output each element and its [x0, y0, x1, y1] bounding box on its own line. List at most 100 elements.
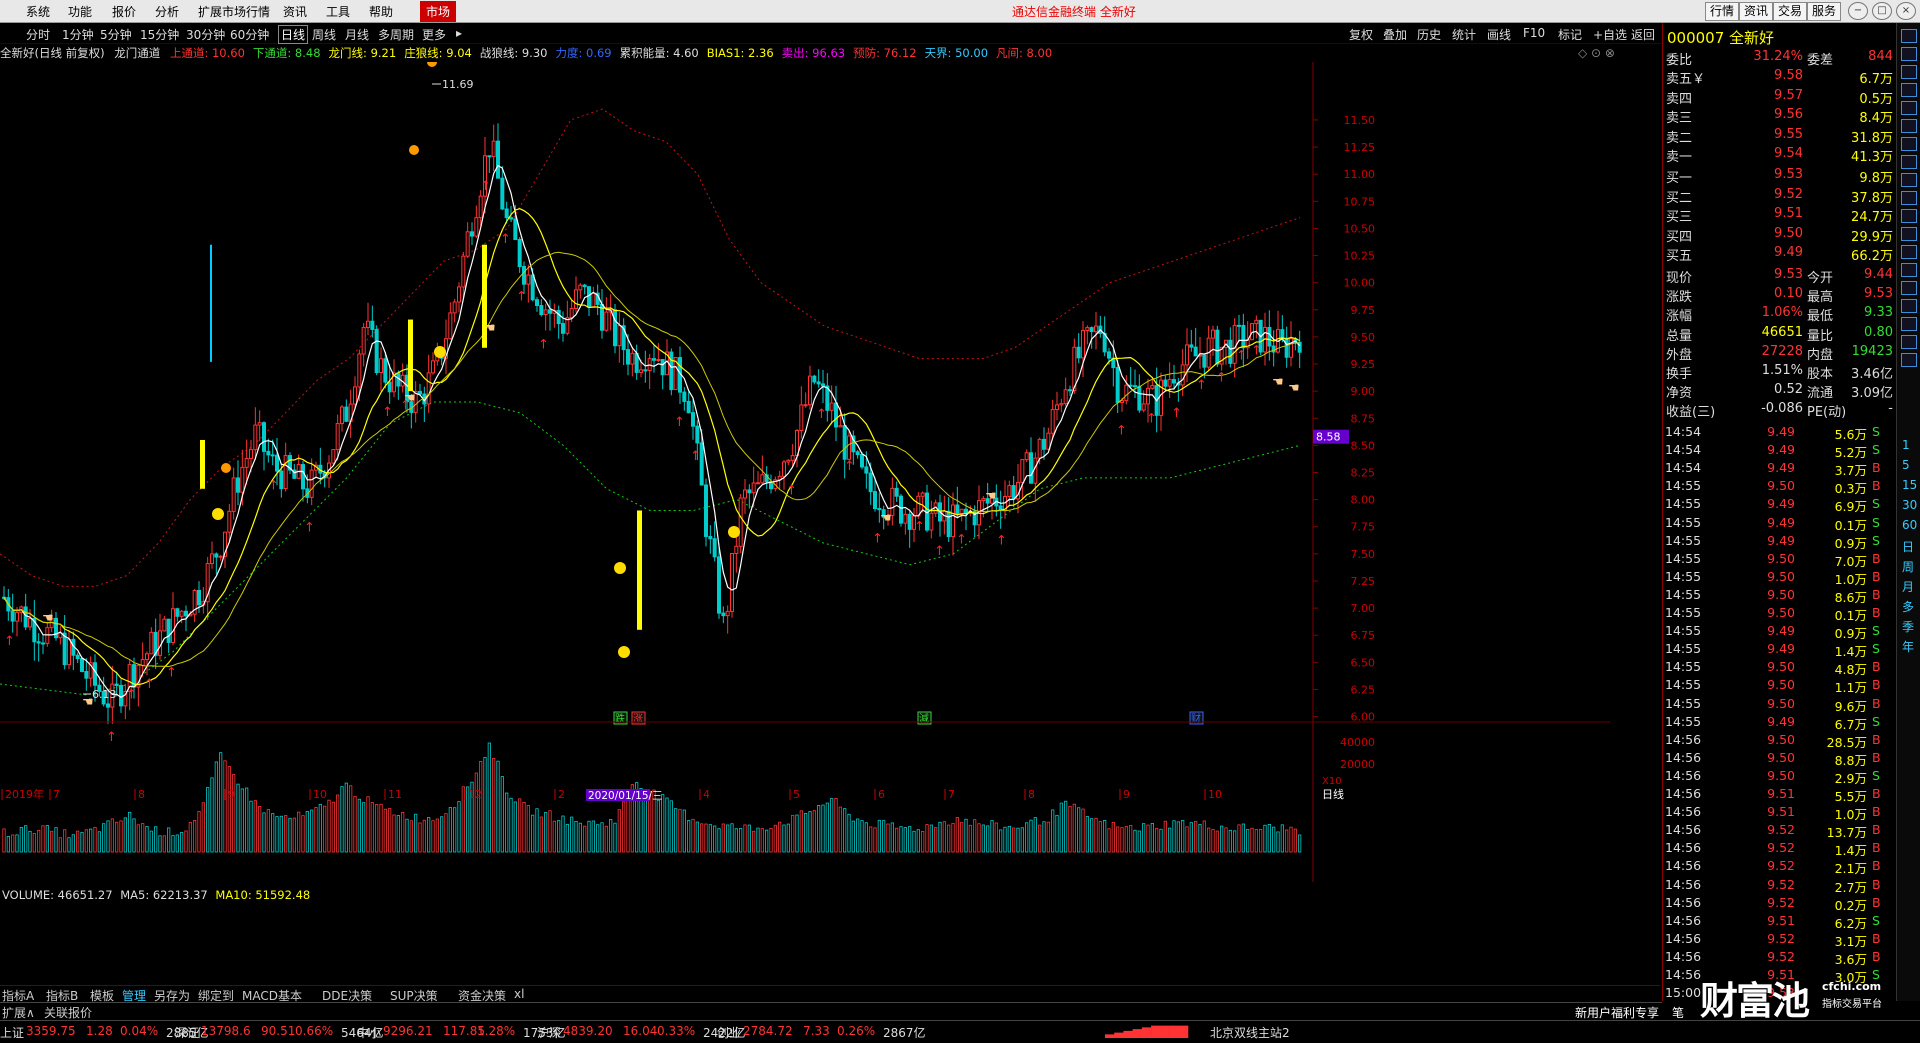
sidebar-period[interactable]: 年: [1902, 638, 1914, 655]
ask-row[interactable]: 卖一 9.54 41.3万: [1663, 146, 1897, 165]
candle-body: [1033, 457, 1038, 484]
sidebar-tool-icon[interactable]: [1901, 173, 1917, 187]
period-multi[interactable]: 多周期: [378, 26, 414, 43]
bid-row[interactable]: 买四 9.50 29.9万: [1663, 226, 1897, 245]
tool-fanhui[interactable]: 返回: [1631, 26, 1655, 43]
index-name[interactable]: 中小: [357, 1024, 381, 1041]
volume-bar: [1159, 828, 1163, 853]
sidebar-period[interactable]: 60: [1902, 518, 1917, 532]
index-name[interactable]: 上证: [0, 1024, 24, 1041]
tick-time: 14:56: [1665, 930, 1702, 946]
server-name[interactable]: 北京双线主站2: [1210, 1024, 1290, 1041]
tool-fuquan[interactable]: 复权: [1349, 26, 1373, 43]
index-name[interactable]: 创业: [717, 1024, 741, 1041]
ask-row[interactable]: 卖三 9.56 8.4万: [1663, 107, 1897, 126]
index-name[interactable]: 深证: [175, 1024, 199, 1041]
sidebar-tool-icon[interactable]: [1901, 191, 1917, 205]
maximize-icon[interactable]: □: [1872, 2, 1892, 20]
close-icon[interactable]: ×: [1896, 2, 1916, 20]
period-weekly[interactable]: 周线: [312, 26, 336, 43]
expand-toggle[interactable]: 扩展∧: [2, 1004, 35, 1021]
period-30min[interactable]: 30分钟: [186, 26, 225, 43]
new-user-link[interactable]: 新用户福利专享: [1575, 1004, 1659, 1021]
stat-value2: 9.44: [1864, 267, 1893, 282]
sidebar-tool-icon[interactable]: [1901, 281, 1917, 295]
index-name[interactable]: 沪深: [537, 1024, 561, 1041]
btn-zixun[interactable]: 资讯: [1739, 2, 1774, 21]
sidebar-period[interactable]: 日: [1902, 538, 1914, 555]
sidebar-tool-icon[interactable]: [1901, 335, 1917, 349]
tool-lishi[interactable]: 历史: [1417, 26, 1441, 43]
period-15min[interactable]: 15分钟: [140, 26, 179, 43]
period-5min[interactable]: 5分钟: [100, 26, 132, 43]
sidebar-tool-icon[interactable]: [1901, 245, 1917, 259]
sidebar-period[interactable]: 季: [1902, 618, 1914, 635]
ask-row[interactable]: 卖四 9.57 0.5万: [1663, 88, 1897, 107]
btn-jiaoyi[interactable]: 交易: [1773, 2, 1808, 21]
sidebar-tool-icon[interactable]: [1901, 299, 1917, 313]
formula-name[interactable]: 龙门通道: [114, 46, 160, 60]
menu-news[interactable]: 资讯: [283, 3, 307, 20]
stock-code-title[interactable]: 000007 全新好: [1667, 27, 1774, 48]
bid-row[interactable]: 买五 9.49 66.2万: [1663, 245, 1897, 264]
btn-fuwu[interactable]: 服务: [1807, 2, 1842, 21]
bid-row[interactable]: 买一 9.53 9.8万: [1663, 167, 1897, 186]
related-quote-link[interactable]: 关联报价: [44, 1004, 92, 1021]
sidebar-period[interactable]: 月: [1902, 578, 1914, 595]
bi-link[interactable]: 笔: [1672, 1004, 1684, 1021]
sidebar-tool-icon[interactable]: [1901, 317, 1917, 331]
sidebar-period[interactable]: 5: [1902, 458, 1910, 472]
candle-body: [119, 684, 123, 707]
tool-huaxian[interactable]: 画线: [1487, 26, 1511, 43]
settings-icon[interactable]: ◇ ⊙ ⊗: [1578, 46, 1615, 60]
minimize-icon[interactable]: −: [1848, 2, 1868, 20]
menu-system[interactable]: 系统: [26, 3, 50, 20]
chevron-right-icon[interactable]: ▸: [456, 26, 462, 40]
sidebar-tool-icon[interactable]: [1901, 29, 1917, 43]
tick-direction: B: [1872, 894, 1881, 910]
market-button[interactable]: 市场: [420, 1, 457, 22]
ask-row[interactable]: 卖二 9.55 31.8万: [1663, 127, 1897, 146]
tick-volume: 5.2万: [1834, 445, 1867, 461]
sidebar-tool-icon[interactable]: [1901, 119, 1917, 133]
sidebar-period[interactable]: 多: [1902, 598, 1914, 615]
sidebar-period[interactable]: 30: [1902, 498, 1917, 512]
sidebar-period[interactable]: 周: [1902, 558, 1914, 575]
sidebar-tool-icon[interactable]: [1901, 353, 1917, 367]
btn-hangqing[interactable]: 行情: [1705, 2, 1740, 21]
bid-row[interactable]: 买二 9.52 37.8万: [1663, 187, 1897, 206]
sidebar-tool-icon[interactable]: [1901, 137, 1917, 151]
period-monthly[interactable]: 月线: [345, 26, 369, 43]
tool-tongji[interactable]: 统计: [1452, 26, 1476, 43]
bid-row[interactable]: 买三 9.51 24.7万: [1663, 206, 1897, 225]
period-60min[interactable]: 60分钟: [230, 26, 269, 43]
period-daily[interactable]: 日线: [278, 25, 309, 44]
sidebar-tool-icon[interactable]: [1901, 83, 1917, 97]
tool-f10[interactable]: F10: [1523, 26, 1545, 40]
sidebar-tool-icon[interactable]: [1901, 155, 1917, 169]
indicator-tab[interactable]: xl: [514, 987, 524, 1001]
period-more[interactable]: 更多: [422, 26, 446, 43]
sidebar-period[interactable]: 1: [1902, 438, 1910, 452]
menu-tools[interactable]: 工具: [326, 3, 350, 20]
tool-biaoji[interactable]: 标记: [1558, 26, 1582, 43]
menu-help[interactable]: 帮助: [369, 3, 393, 20]
period-fenshi[interactable]: 分时: [26, 26, 50, 43]
tool-diejia[interactable]: 叠加: [1383, 26, 1407, 43]
sidebar-tool-icon[interactable]: [1901, 101, 1917, 115]
menu-ext-market[interactable]: 扩展市场行情: [198, 3, 270, 20]
sidebar-period[interactable]: 15: [1902, 478, 1917, 492]
tick-time: 14:55: [1665, 568, 1702, 584]
sidebar-tool-icon[interactable]: [1901, 47, 1917, 61]
period-1min[interactable]: 1分钟: [62, 26, 94, 43]
menu-quote[interactable]: 报价: [112, 3, 136, 20]
sidebar-tool-icon[interactable]: [1901, 263, 1917, 277]
menu-function[interactable]: 功能: [68, 3, 92, 20]
sidebar-tool-icon[interactable]: [1901, 227, 1917, 241]
sidebar-tool-icon[interactable]: [1901, 209, 1917, 223]
ask-row[interactable]: 卖五￥ 9.58 6.7万: [1663, 68, 1897, 87]
kline-chart[interactable]: ↑↑↑↑↑↑↑↑ ↑↑↑↑↑↑↑↑↑↑↑↑↑↑ ↑↑↑ ↑↑↑↑ ↑☚☚☚☚☚☚☚ ☚11…: [0, 62, 1610, 882]
sidebar-tool-icon[interactable]: [1901, 65, 1917, 79]
tool-zixuan[interactable]: +自选: [1593, 26, 1627, 43]
menu-analysis[interactable]: 分析: [155, 3, 179, 20]
